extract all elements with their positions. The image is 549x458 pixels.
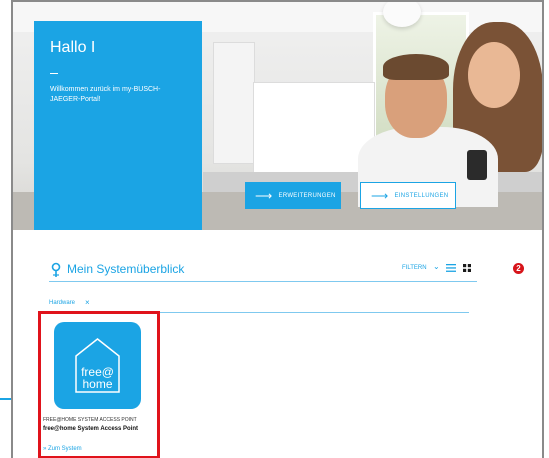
- arrow-right-icon: ⟶: [371, 188, 389, 203]
- hero-person-man-hair: [383, 54, 449, 80]
- welcome-panel: Hallo I Willkommen zurück im my-BUSCH-JA…: [34, 21, 202, 230]
- filter-tag-hardware: Hardware: [49, 300, 76, 306]
- settings-button[interactable]: ⟶ EINSTELLUNGEN: [360, 182, 456, 209]
- welcome-title: Hallo I: [50, 39, 96, 56]
- card-type-label: FREE@HOME SYSTEM ACCESS POINT: [43, 417, 137, 423]
- hero-cabinet: [213, 42, 255, 164]
- system-overview-header: Mein Systemüberblick FILTERN ⌄: [49, 259, 477, 282]
- hero-person-woman-face: [468, 42, 520, 108]
- filter-dropdown[interactable]: FILTERN: [402, 265, 427, 271]
- chevron-down-icon[interactable]: ⌄: [433, 262, 440, 271]
- hero-phone: [467, 150, 487, 180]
- arrow-right-icon: ⟶: [255, 188, 273, 203]
- grid-view-icon[interactable]: [463, 264, 471, 272]
- welcome-text: Willkommen zurück im my-BUSCH-JAEGER-Por…: [50, 86, 161, 103]
- hero-cabinet: [253, 82, 375, 184]
- system-card[interactable]: free@ home FREE@HOME SYSTEM ACCESS POINT…: [38, 311, 160, 458]
- card-title: free@home System Access Point: [43, 426, 138, 432]
- portal-window: Hallo I Willkommen zurück im my-BUSCH-JA…: [11, 0, 544, 458]
- step-badge: 2: [513, 263, 524, 274]
- location-pin-icon: [51, 262, 61, 277]
- welcome-divider: [50, 73, 58, 74]
- house-logo-icon: free@ home: [75, 338, 120, 393]
- extensions-button[interactable]: ⟶ ERWEITERUNGEN: [245, 182, 341, 209]
- system-tile[interactable]: free@ home: [54, 322, 141, 409]
- logo-text-line2: home: [82, 377, 112, 391]
- close-icon[interactable]: ×: [85, 298, 90, 307]
- hero-banner: Hallo I Willkommen zurück im my-BUSCH-JA…: [13, 2, 542, 230]
- settings-button-label: EINSTELLUNGEN: [394, 192, 449, 199]
- list-view-icon[interactable]: [446, 263, 456, 273]
- to-system-link[interactable]: » Zum System: [43, 446, 82, 452]
- extensions-button-label: ERWEITERUNGEN: [278, 192, 336, 199]
- section-title: Mein Systemüberblick: [67, 262, 185, 276]
